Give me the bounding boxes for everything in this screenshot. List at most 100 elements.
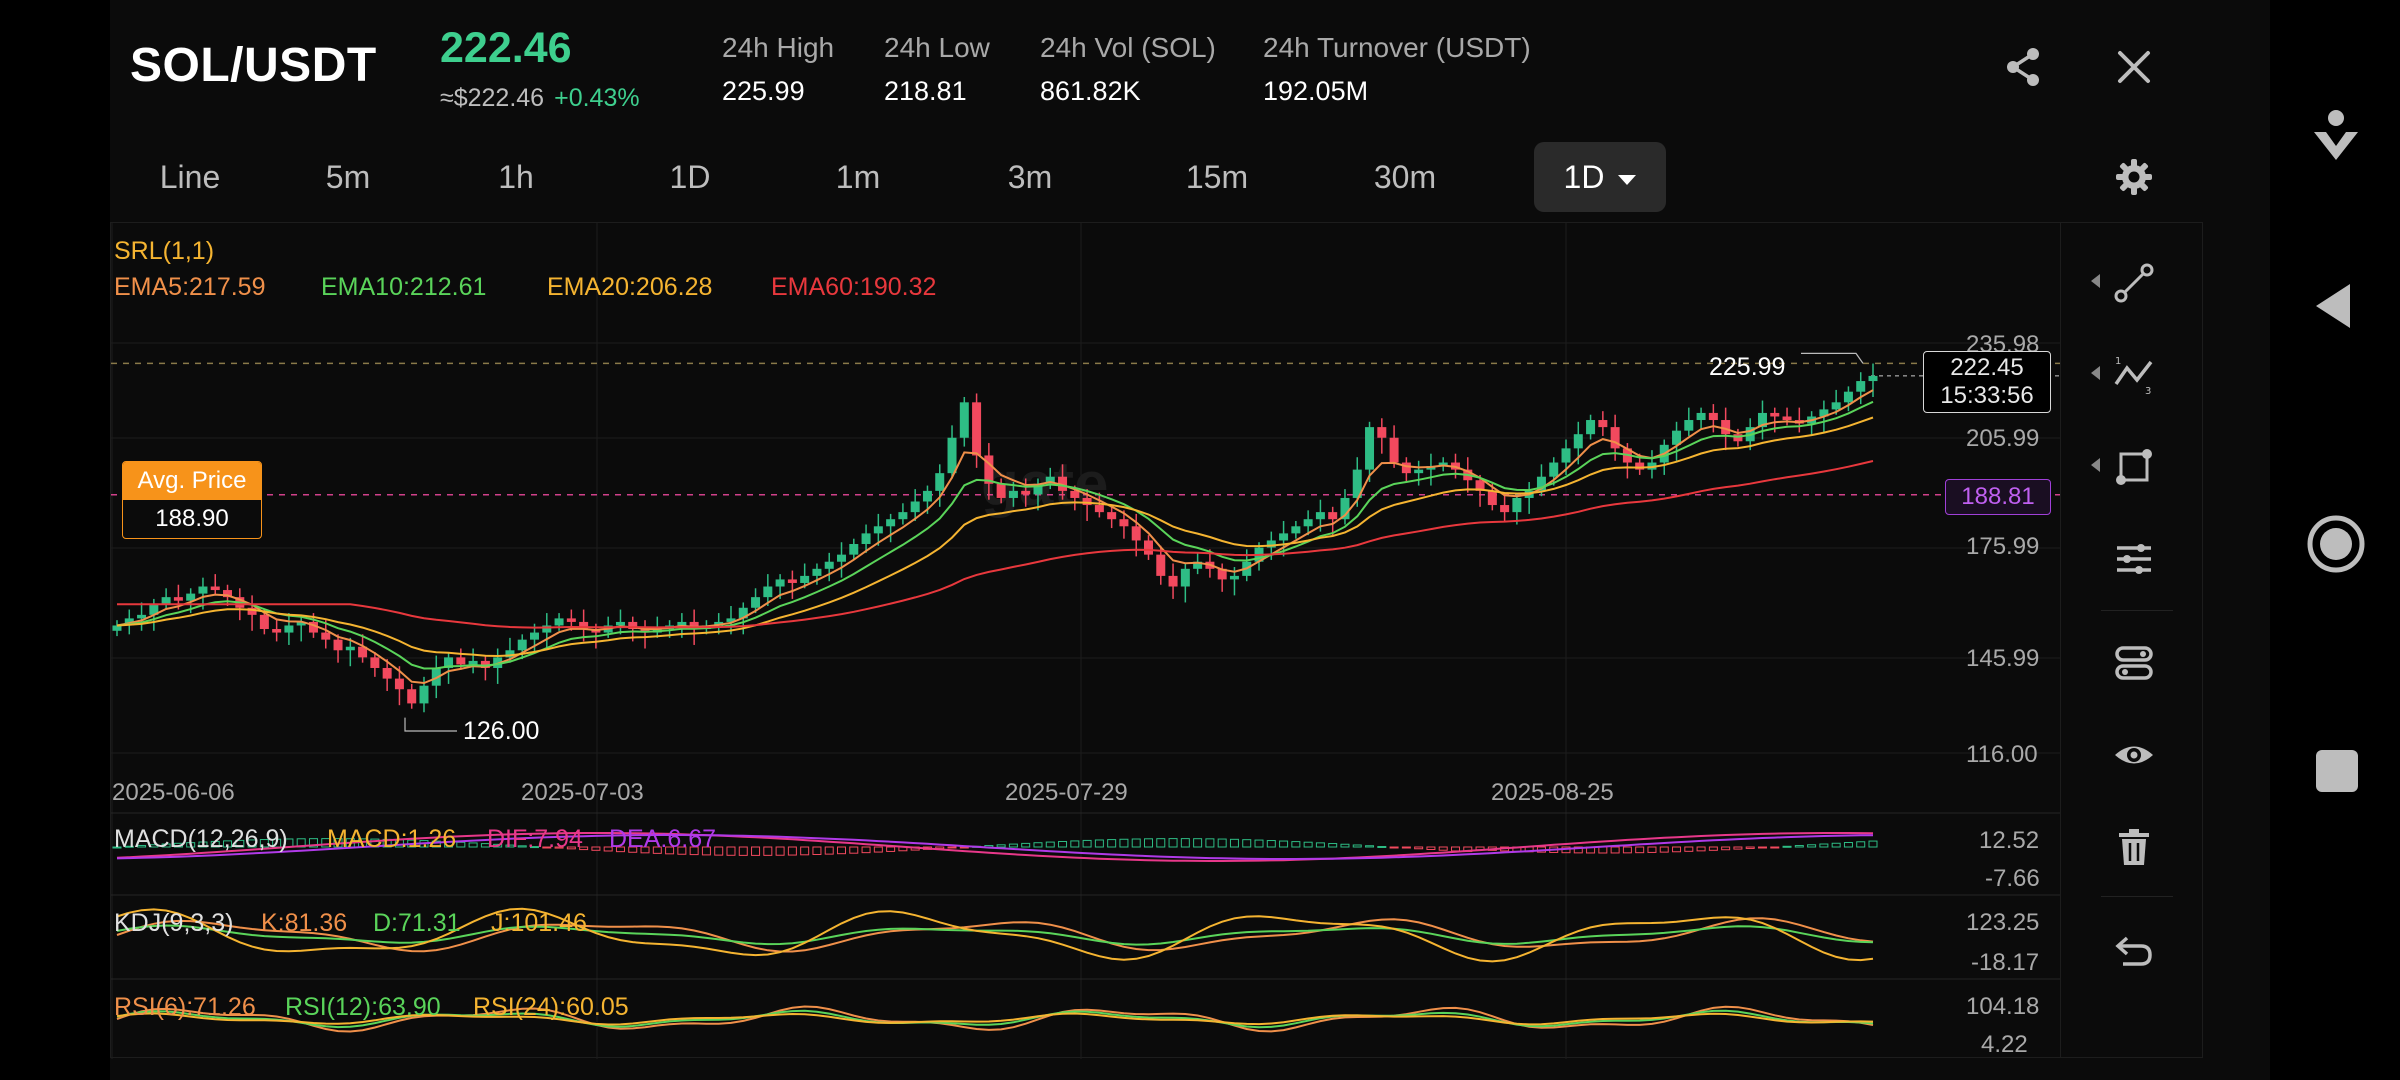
macd-bar [861,846,871,854]
avg-price-box[interactable]: Avg. Price 188.90 [122,461,262,539]
candle [1868,375,1878,382]
tab-1d[interactable]: 1D [640,142,740,212]
system-nav-bar [2270,0,2400,1080]
macd-bar [1352,844,1362,848]
candle [1573,434,1583,449]
macd-bar [1610,846,1620,854]
download-icon[interactable] [2306,106,2366,166]
candle [972,402,982,456]
undo-icon[interactable] [2113,930,2155,972]
candle [1365,427,1375,470]
tab-1m[interactable]: 1m [808,142,908,212]
chevron-down-icon [1618,174,1637,185]
candle [1610,427,1620,449]
macd-bar [1340,843,1350,848]
candle [886,519,896,527]
stat-value: 861.82K [1040,76,1141,106]
macd-bar [1856,841,1866,848]
recents-icon[interactable] [2316,750,2358,792]
candle [1598,420,1608,428]
tab-1h[interactable]: 1h [466,142,566,212]
tab-5m[interactable]: 5m [298,142,398,212]
candle [554,618,564,626]
candle-countdown: 15:33:56 [1940,382,2034,409]
macd-bar [1868,840,1878,848]
candle [1008,490,1018,498]
rectangle-icon[interactable] [2113,446,2155,488]
candle [1708,412,1718,421]
home-icon[interactable] [2304,512,2368,576]
low-marker: 126.00 [463,717,540,745]
k-value: K:81.36 [261,909,348,937]
candle [1512,497,1522,513]
share-icon[interactable] [2001,44,2047,90]
price-tick: 175.99 [1966,533,2040,560]
candle [259,614,269,630]
interval-dropdown[interactable]: 1D [1534,142,1666,212]
back-icon[interactable] [2310,280,2362,332]
candle [1119,519,1129,527]
tab-3m[interactable]: 3m [980,142,1080,212]
macd-bar [1365,845,1375,848]
macd-bar [1303,841,1313,848]
tab-30m[interactable]: 30m [1345,142,1465,212]
fib-line-icon[interactable]: 13 [2113,354,2155,397]
indicators-icon[interactable] [2113,538,2155,580]
toolbar-divider [2101,896,2173,897]
toolbar-divider [2101,610,2173,611]
macd-bar [1107,839,1117,848]
expand-arrow-icon[interactable] [2091,458,2100,472]
macd-bar [1119,838,1129,848]
high-marker: 225.99 [1709,353,1786,381]
candle [272,629,282,633]
candle [1131,526,1141,541]
tab-line[interactable]: Line [130,142,250,212]
macd-bar [1831,842,1841,848]
avg-price-value: 188.90 [155,505,229,532]
candle [1094,505,1104,513]
candle [824,561,834,569]
svg-text:3: 3 [2145,386,2151,396]
current-price: 222.45 [1950,354,2024,381]
candle [210,586,220,591]
avg-price-tag: 188.81 [1945,479,2051,515]
kdj-tick: -18.17 [1971,949,2040,976]
macd-bar [1782,845,1792,848]
candle [812,568,822,576]
macd-bar [1242,839,1252,848]
close-icon[interactable] [2111,44,2157,90]
macd-bar [996,844,1006,848]
macd-bar [1598,846,1608,854]
macd-tick: 12.52 [1979,827,2040,854]
candle [1586,420,1596,435]
date-label: 2025-08-25 [1491,779,1614,806]
macd-bar [591,846,601,851]
expand-arrow-icon[interactable] [2091,366,2100,380]
gear-icon[interactable] [2113,156,2155,198]
eye-icon[interactable] [2113,734,2155,776]
d-value: D:71.31 [373,909,461,937]
price-tick: 145.99 [1966,645,2040,672]
candle [1549,462,1559,477]
macd-bar [1315,842,1325,848]
macd-bar [1058,840,1068,848]
macd-bar [1426,846,1436,851]
candle [922,490,932,502]
expand-arrow-icon[interactable] [2091,274,2100,288]
tab-15m[interactable]: 15m [1162,142,1272,212]
macd-bar [1745,846,1755,849]
macd-bar [1180,838,1190,848]
trend-line-icon[interactable] [2113,262,2155,304]
strategies-icon[interactable] [2113,642,2155,684]
candle [1389,437,1399,463]
current-price-tag: 222.45 15:33:56 [1923,351,2051,413]
candle [861,533,871,545]
trash-icon[interactable] [2113,826,2155,868]
macd-bar [1708,846,1718,851]
low-leader [404,717,457,732]
candle [800,575,810,583]
chart-area[interactable]: gate SRL(1,1) EMA5:217.59 EMA10:212.61 E… [110,222,2203,1059]
ema20-label: EMA20:206.28 [547,273,713,301]
date-label: 2025-06-06 [112,779,235,806]
stat-24h-high: 24h High 225.99 [722,32,834,107]
